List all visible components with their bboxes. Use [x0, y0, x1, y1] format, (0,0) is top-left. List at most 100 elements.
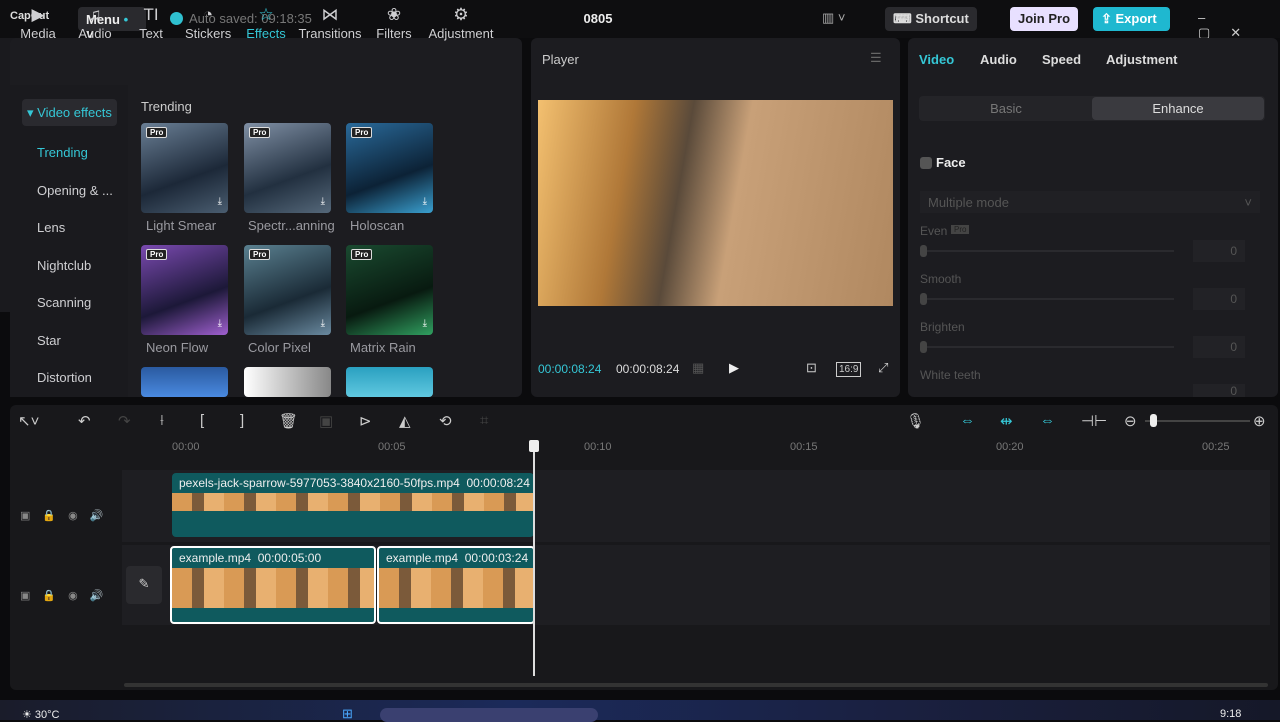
- export-button[interactable]: ⇪ Export: [1093, 7, 1170, 31]
- split-view-icon[interactable]: ⊣⊢: [1081, 412, 1107, 430]
- layout-icon[interactable]: ▥ ˅: [822, 10, 846, 26]
- subtab-enhance[interactable]: Enhance: [1092, 97, 1264, 120]
- export-label: Export: [1115, 11, 1157, 26]
- effect-name: Neon Flow: [146, 340, 209, 355]
- download-icon[interactable]: ⤓: [423, 196, 427, 207]
- tab-adjustment[interactable]: ⚙ Adjustment: [426, 4, 496, 41]
- playhead[interactable]: [529, 440, 539, 676]
- smooth-slider[interactable]: [920, 293, 1174, 305]
- main-clip[interactable]: example.mp4 00:00:05:00: [170, 546, 376, 624]
- video-preview[interactable]: [538, 100, 893, 306]
- zoom-out-icon[interactable]: ⊖: [1124, 412, 1137, 430]
- speed-icon[interactable]: ⊳: [359, 412, 372, 430]
- mirror-icon[interactable]: ◭: [399, 412, 411, 430]
- overlay-clip[interactable]: pexels-jack-sparrow-5977053-3840x2160-50…: [172, 473, 534, 537]
- tab-video[interactable]: Video: [919, 52, 954, 67]
- weather[interactable]: ☀ 30°C: [22, 708, 60, 721]
- ratio-button[interactable]: 16:9: [836, 362, 862, 377]
- white-teeth-value[interactable]: 0: [1193, 384, 1245, 398]
- delete-right-icon[interactable]: ]: [240, 412, 244, 429]
- play-button[interactable]: ▶: [729, 360, 739, 376]
- split-icon[interactable]: ⟊: [160, 412, 164, 429]
- effect-thumb[interactable]: Pro ⤓: [346, 123, 433, 213]
- effect-thumb[interactable]: Pro ⤓: [141, 245, 228, 335]
- join-pro-button[interactable]: Join Pro: [1010, 7, 1078, 31]
- preview-axis-icon[interactable]: ⇔: [1040, 412, 1055, 429]
- effect-thumb[interactable]: [141, 367, 228, 397]
- fit-icon[interactable]: ⊡: [806, 360, 817, 376]
- rotate-icon[interactable]: ⟲: [439, 412, 452, 430]
- effect-thumb[interactable]: [346, 367, 433, 397]
- category-star[interactable]: Star: [37, 333, 61, 348]
- timecode-grid-icon[interactable]: ▦: [692, 360, 704, 376]
- category-distortion[interactable]: Distortion: [37, 370, 92, 385]
- fullscreen-icon[interactable]: ⤢: [878, 360, 888, 376]
- microphone-icon[interactable]: 🎙: [906, 412, 925, 430]
- tab-stickers[interactable]: ◔ Stickers: [185, 4, 231, 41]
- face-checkbox[interactable]: [920, 157, 932, 169]
- effect-thumb[interactable]: Pro ⤓: [346, 245, 433, 335]
- brighten-slider[interactable]: [920, 341, 1174, 353]
- main-clip[interactable]: example.mp4 00:00:03:24: [377, 546, 535, 624]
- category-lens[interactable]: Lens: [37, 220, 65, 235]
- tab-adjustment[interactable]: Adjustment: [1106, 52, 1178, 67]
- smooth-value[interactable]: 0: [1193, 288, 1245, 310]
- effect-thumb[interactable]: Pro ⤓: [141, 123, 228, 213]
- delete-icon[interactable]: 🗑: [279, 412, 298, 430]
- clip-duration: 00:00:08:24: [466, 476, 530, 490]
- effect-thumb[interactable]: [244, 367, 331, 397]
- zoom-slider[interactable]: [1145, 414, 1250, 427]
- mode-select[interactable]: Multiple mode ˅: [920, 191, 1260, 213]
- menu-icon[interactable]: ☰: [870, 50, 882, 66]
- category-opening[interactable]: Opening & ...: [37, 183, 113, 198]
- select-tool-icon[interactable]: ↖˅: [18, 412, 39, 430]
- snap-icon[interactable]: ⇹: [1000, 412, 1013, 430]
- even-slider[interactable]: [920, 245, 1174, 257]
- ruler-tick: 00:10: [584, 441, 612, 453]
- tab-audio[interactable]: ♫ Audio: [76, 4, 114, 41]
- effect-thumb[interactable]: Pro ⤓: [244, 245, 331, 335]
- tab-label: Transitions: [298, 26, 362, 41]
- download-icon[interactable]: ⤓: [423, 318, 427, 329]
- zoom-in-icon[interactable]: ⊕: [1253, 412, 1266, 430]
- face-section-title: Face: [936, 155, 966, 170]
- tab-audio[interactable]: Audio: [980, 52, 1017, 67]
- tab-filters[interactable]: ❀ Filters: [375, 4, 413, 41]
- tab-effects[interactable]: ☆ Effects: [245, 4, 287, 41]
- subtab-basic[interactable]: Basic: [920, 97, 1092, 120]
- tab-text[interactable]: TI Text: [136, 4, 166, 41]
- track1-controls[interactable]: ▣🔒◉🔊: [20, 509, 115, 522]
- effect-thumb[interactable]: Pro ⤓: [244, 123, 331, 213]
- clip-name: pexels-jack-sparrow-5977053-3840x2160-50…: [179, 476, 460, 490]
- pro-badge: Pro: [146, 249, 168, 260]
- horizontal-scrollbar[interactable]: [124, 683, 1268, 687]
- category-nightclub[interactable]: Nightclub: [37, 258, 91, 273]
- effect-name: Spectr...anning: [248, 218, 335, 233]
- download-icon[interactable]: ⤓: [218, 196, 222, 207]
- category-trending[interactable]: Trending: [37, 145, 88, 160]
- brighten-value[interactable]: 0: [1193, 336, 1245, 358]
- transitions-icon: ⋈: [321, 5, 339, 24]
- tab-transitions[interactable]: ⋈ Transitions: [298, 4, 362, 41]
- tab-speed[interactable]: Speed: [1042, 52, 1081, 67]
- even-value[interactable]: 0: [1193, 240, 1245, 262]
- slider-label: Brighten: [920, 320, 965, 334]
- redo-icon[interactable]: ↷: [118, 412, 131, 430]
- shortcut-button[interactable]: ⌨ Shortcut: [885, 7, 977, 31]
- window-controls[interactable]: –▢✕: [1198, 10, 1280, 41]
- tab-media[interactable]: ▶ Media: [18, 4, 58, 41]
- category-scanning[interactable]: Scanning: [37, 295, 91, 310]
- cover-edit-button[interactable]: ✎: [126, 566, 162, 604]
- effect-name: Holoscan: [350, 218, 405, 233]
- crop-icon[interactable]: ⌗: [480, 412, 488, 429]
- track2-controls[interactable]: ▣🔒◉🔊: [20, 589, 115, 602]
- link-icon[interactable]: ⇔: [960, 412, 975, 429]
- stickers-icon: ◔: [202, 5, 214, 24]
- undo-icon[interactable]: ↶: [78, 412, 91, 430]
- delete-left-icon[interactable]: [: [200, 412, 204, 429]
- freeze-icon[interactable]: ▣: [319, 412, 333, 430]
- video-effects-toggle[interactable]: ▾ Video effects: [22, 99, 117, 126]
- download-icon[interactable]: ⤓: [321, 318, 325, 329]
- download-icon[interactable]: ⤓: [321, 196, 325, 207]
- download-icon[interactable]: ⤓: [218, 318, 222, 329]
